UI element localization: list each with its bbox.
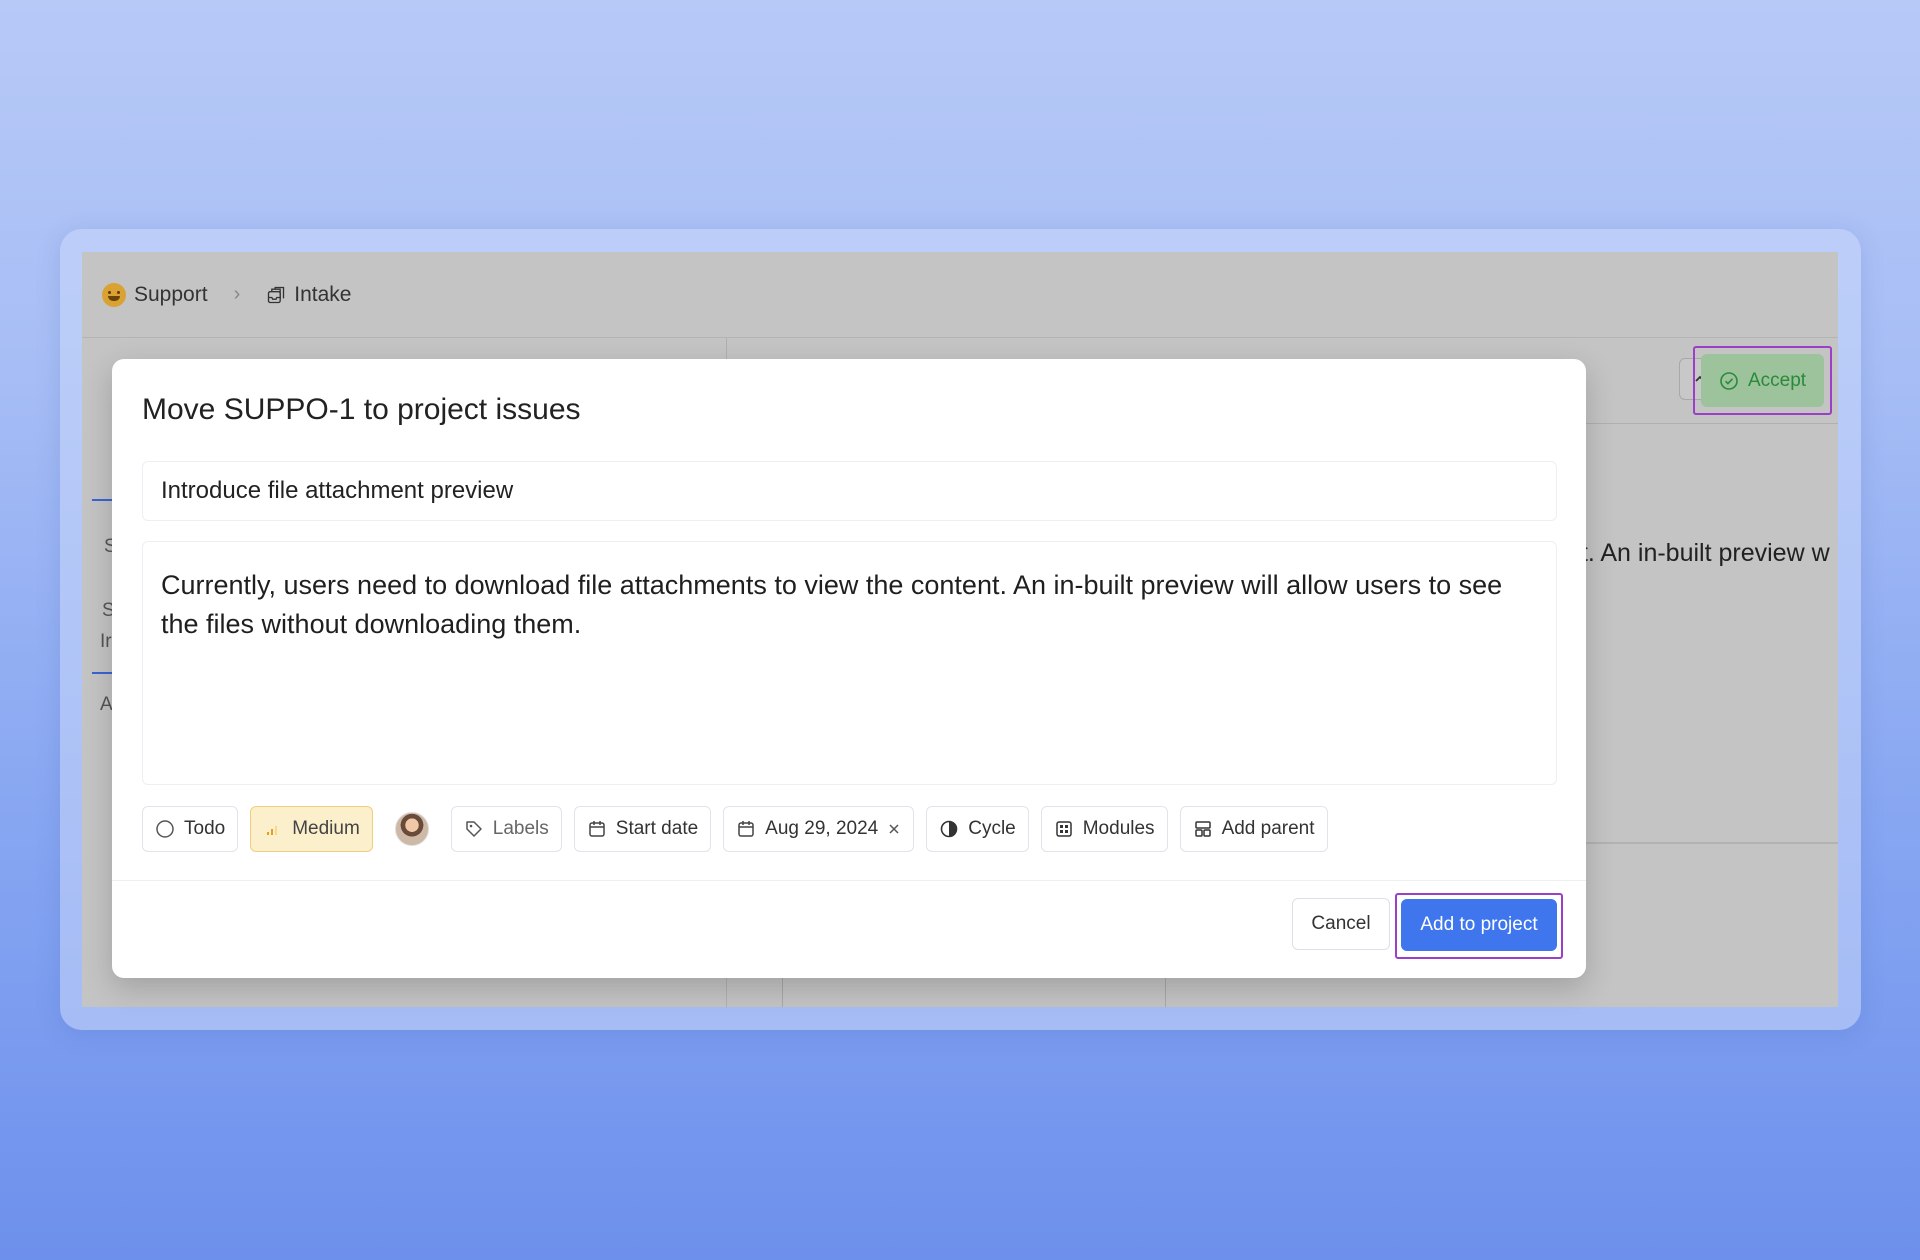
accept-button[interactable]: Accept: [1701, 354, 1824, 407]
start-date-label: Start date: [615, 818, 699, 839]
modal-footer-divider: [112, 880, 1586, 881]
calendar-icon: [589, 821, 605, 837]
priority-dropdown[interactable]: Medium: [250, 806, 373, 852]
grinning-face-icon: [102, 282, 126, 307]
add-parent-label: Add parent: [1221, 818, 1315, 839]
parent-layout-icon: [1194, 821, 1211, 837]
divider: [1582, 842, 1838, 844]
issue-title-input[interactable]: Introduce file attachment preview: [142, 461, 1557, 521]
breadcrumb: Support › Intake: [102, 282, 351, 307]
state-label: Todo: [184, 818, 226, 839]
start-date-picker[interactable]: Start date: [573, 806, 712, 852]
priority-label: Medium: [292, 818, 360, 839]
signal-medium-icon: [267, 826, 278, 835]
labels-dropdown[interactable]: Labels: [450, 806, 562, 852]
chevron-right-icon: ›: [233, 283, 241, 305]
breadcrumb-page[interactable]: Intake: [294, 283, 351, 307]
tag-icon: [466, 821, 482, 837]
modules-label: Modules: [1082, 818, 1155, 839]
move-issue-modal: Move SUPPO-1 to project issues Introduce…: [112, 359, 1586, 978]
modules-icon: [1055, 821, 1072, 837]
cancel-button[interactable]: Cancel: [1292, 898, 1390, 950]
add-parent-button[interactable]: Add parent: [1179, 806, 1328, 852]
accept-label: Accept: [1747, 369, 1807, 391]
modal-title: Move SUPPO-1 to project issues: [142, 393, 581, 426]
assignee-avatar[interactable]: [394, 812, 429, 846]
check-circle-icon: [1720, 371, 1738, 390]
cycle-label: Cycle: [968, 818, 1016, 839]
issue-description-editor[interactable]: Currently, users need to download file a…: [142, 541, 1557, 785]
list-fragment: A: [100, 694, 113, 715]
modules-dropdown[interactable]: Modules: [1040, 806, 1168, 852]
calendar-icon: [738, 821, 754, 837]
todo-state-icon: [156, 820, 174, 838]
breadcrumb-project[interactable]: Support: [134, 283, 208, 307]
add-to-project-button[interactable]: Add to project: [1401, 899, 1557, 951]
header: Support › Intake: [82, 252, 1838, 338]
due-date-value: Aug 29, 2024: [765, 818, 879, 839]
list-fragment: Ir: [100, 631, 112, 652]
labels-label: Labels: [492, 818, 549, 839]
issue-properties: Todo Medium Labels Start date Aug 29, 20…: [142, 806, 1328, 852]
intake-icon: [266, 285, 286, 305]
issue-description-fragment: nt. An in-built preview w: [1567, 539, 1830, 567]
cycle-icon: [940, 820, 958, 838]
state-dropdown[interactable]: Todo: [142, 806, 239, 852]
cycle-dropdown[interactable]: Cycle: [926, 806, 1029, 852]
close-icon[interactable]: [887, 822, 901, 836]
due-date-picker[interactable]: Aug 29, 2024: [723, 806, 915, 852]
